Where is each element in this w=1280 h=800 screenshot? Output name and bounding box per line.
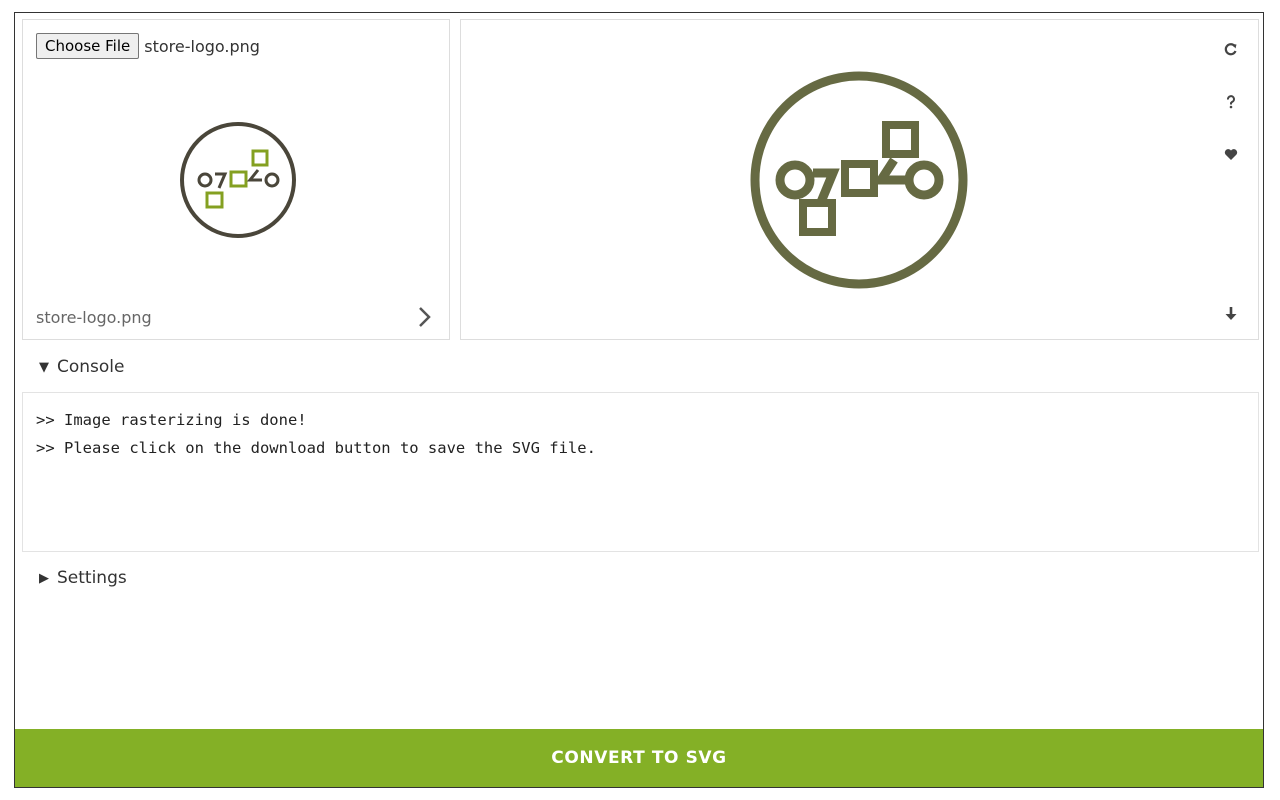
settings-label: Settings xyxy=(57,568,127,588)
thumbnail-caption: store-logo.png xyxy=(36,308,152,327)
convert-to-svg-button[interactable]: CONVERT TO SVG xyxy=(15,729,1263,787)
console-output: >> Image rasterizing is done! >> Please … xyxy=(22,392,1259,552)
vector-logo-preview xyxy=(750,71,968,289)
heart-icon[interactable] xyxy=(1221,144,1241,164)
choose-file-button[interactable]: Choose File xyxy=(36,33,140,59)
triangle-down-icon: ▼ xyxy=(39,359,49,375)
chevron-right-icon[interactable] xyxy=(415,305,435,329)
refresh-icon[interactable] xyxy=(1221,39,1241,59)
download-icon[interactable] xyxy=(1221,304,1241,324)
console-toggle[interactable]: ▼ Console xyxy=(39,357,125,377)
console-label: Console xyxy=(57,357,125,377)
svg-preview-panel xyxy=(460,19,1259,340)
file-input: Choose File store-logo.png xyxy=(36,33,260,59)
console-line: >> Please click on the download button t… xyxy=(36,439,596,457)
triangle-right-icon: ▶ xyxy=(39,570,49,586)
app-frame: Choose File store-logo.png store-logo.pn… xyxy=(14,12,1264,788)
console-line: >> Image rasterizing is done! xyxy=(36,411,307,429)
source-logo-thumbnail xyxy=(180,122,296,238)
settings-toggle[interactable]: ▶ Settings xyxy=(39,568,127,588)
help-icon[interactable] xyxy=(1221,92,1241,112)
selected-file-name: store-logo.png xyxy=(144,36,260,56)
source-image-panel: Choose File store-logo.png store-logo.pn… xyxy=(22,19,450,340)
